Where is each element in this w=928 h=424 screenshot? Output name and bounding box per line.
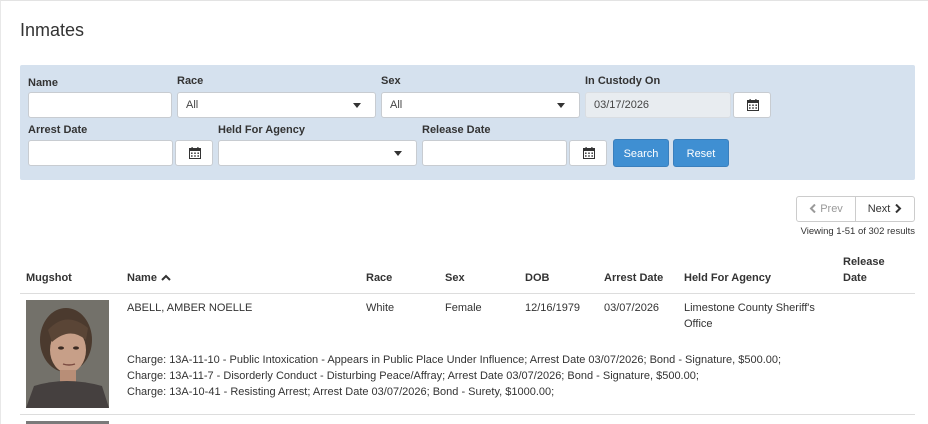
prev-label: Prev — [820, 203, 843, 215]
arrest-date-label: Arrest Date — [28, 124, 88, 136]
sex-label: Sex — [381, 75, 401, 87]
row-name[interactable]: ABELL, AMBER NOELLE — [127, 302, 252, 314]
caret-down-icon — [394, 151, 402, 156]
row-sex: Female — [445, 302, 482, 314]
custody-label: In Custody On — [585, 75, 661, 87]
race-select[interactable]: All — [177, 92, 376, 118]
race-selected-value: All — [186, 99, 199, 111]
header-release-line1: Release — [843, 256, 885, 268]
header-dob: DOB — [525, 272, 550, 284]
next-label: Next — [867, 203, 891, 215]
race-label: Race — [177, 75, 204, 87]
header-held-for-agency: Held For Agency — [684, 272, 771, 284]
name-label: Name — [28, 77, 58, 89]
row-dob: 12/16/1979 — [525, 302, 581, 314]
mugshot-image — [26, 300, 109, 408]
prev-page-button[interactable]: Prev — [796, 196, 856, 222]
agency-select[interactable] — [218, 140, 417, 166]
chevron-left-icon — [809, 203, 816, 214]
caret-down-icon — [353, 103, 361, 108]
header-divider — [20, 293, 915, 294]
calendar-icon — [189, 147, 201, 159]
next-page-button[interactable]: Next — [855, 196, 915, 222]
header-sex: Sex — [445, 272, 465, 284]
charge-line: Charge: 13A-11-7 - Disorderly Conduct - … — [127, 370, 699, 382]
release-calendar-button[interactable] — [569, 140, 607, 166]
chevron-right-icon — [895, 203, 902, 214]
row-agency-line2: Office — [684, 318, 713, 330]
page-title: Inmates — [20, 20, 85, 40]
arrest-calendar-button[interactable] — [175, 140, 213, 166]
row-divider — [20, 414, 915, 415]
agency-label: Held For Agency — [218, 124, 305, 136]
sex-select[interactable]: All — [381, 92, 580, 118]
custody-date-input: 03/17/2026 — [585, 92, 731, 118]
header-arrest-date: Arrest Date — [604, 272, 664, 284]
release-date-input[interactable] — [422, 140, 567, 166]
header-mugshot: Mugshot — [26, 272, 72, 284]
custody-calendar-button[interactable] — [733, 92, 771, 118]
arrest-date-input[interactable] — [28, 140, 173, 166]
calendar-icon — [747, 99, 759, 111]
header-race: Race — [366, 272, 393, 284]
mugshot-photo[interactable] — [26, 300, 109, 408]
results-count: Viewing 1-51 of 302 results — [800, 226, 915, 237]
row-agency-line1: Limestone County Sheriff's — [684, 302, 815, 314]
calendar-icon — [583, 147, 595, 159]
filter-panel: Name Race All Sex All In Custody On 03/1… — [20, 65, 915, 180]
search-button[interactable]: Search — [613, 139, 669, 167]
row-arrest-date: 03/07/2026 — [604, 302, 660, 314]
charge-line: Charge: 13A-11-10 - Public Intoxication … — [127, 354, 782, 366]
sex-selected-value: All — [390, 99, 403, 111]
sort-ascending-icon — [161, 274, 171, 281]
caret-down-icon — [557, 103, 565, 108]
name-input[interactable] — [28, 92, 172, 118]
release-date-label: Release Date — [422, 124, 491, 136]
header-name-label: Name — [127, 272, 157, 284]
header-name[interactable]: Name — [127, 272, 171, 284]
header-release-line2: Date — [843, 272, 867, 284]
row-race: White — [366, 302, 395, 314]
reset-button[interactable]: Reset — [673, 139, 729, 167]
charge-line: Charge: 13A-10-41 - Resisting Arrest; Ar… — [127, 386, 555, 398]
